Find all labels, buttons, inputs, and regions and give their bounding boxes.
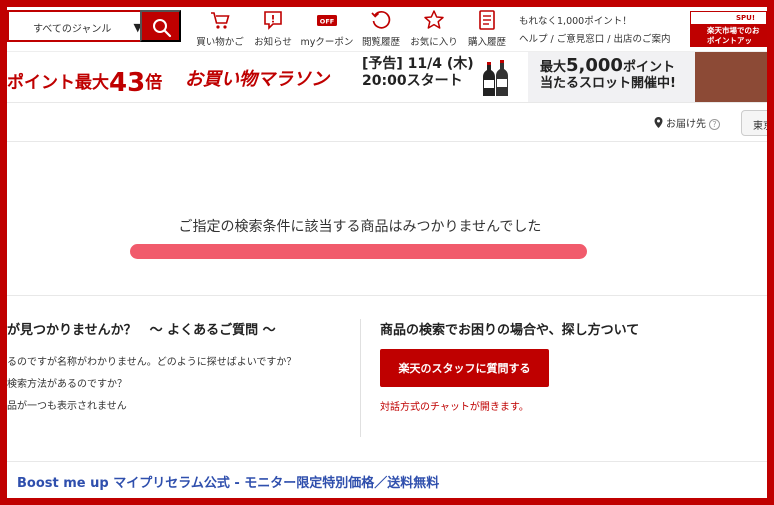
points-prefix: ポイント最大 bbox=[7, 73, 109, 93]
receipt-icon bbox=[464, 9, 510, 31]
deliver-to[interactable]: お届け先? bbox=[654, 115, 720, 130]
spu-banner[interactable]: SPU! 楽天市場でのお ポイントアッ bbox=[690, 11, 767, 47]
deliver-label: お届け先 bbox=[666, 119, 706, 130]
nav-notice[interactable]: お知らせ bbox=[250, 9, 296, 49]
marathon-title: お買い物マラソン bbox=[185, 69, 329, 90]
coupon-icon: OFF bbox=[299, 9, 355, 31]
notice-icon bbox=[250, 9, 296, 31]
no-results-message: ご指定の検索条件に該当する商品はみつかりませんでした bbox=[178, 219, 542, 235]
nav-purchase-history[interactable]: 購入履歴 bbox=[464, 9, 510, 49]
nav-coupon[interactable]: OFF myクーポン bbox=[299, 9, 355, 49]
nav-notice-label: お知らせ bbox=[254, 37, 292, 48]
notice-line2: 20:00スタート bbox=[362, 73, 463, 89]
start-notice: [予告] 11/4 (木) 20:00スタート bbox=[362, 56, 474, 90]
site-header: すべてのジャンル ▼ 買い物かご お知らせ OFF myクーポン 閲覧履歴 お気… bbox=[7, 7, 767, 51]
notice-line1: [予告] 11/4 (木) bbox=[362, 56, 474, 72]
spu-line2: ポイントアッ bbox=[707, 36, 752, 45]
faq-link[interactable]: 品が一つも表示されません bbox=[7, 397, 127, 412]
cart-icon bbox=[195, 9, 245, 31]
search-help-title: 商品の検索でお困りの場合や、探し方ついて bbox=[380, 323, 640, 338]
no-results-section: ご指定の検索条件に該当する商品はみつかりませんでした bbox=[7, 143, 767, 296]
nav-cart-label: 買い物かご bbox=[196, 37, 244, 48]
sponsored-link[interactable]: Boost me up マイプリセラム公式 - モニター限定特別価格／送料無料 bbox=[17, 472, 439, 491]
search-icon bbox=[153, 19, 172, 38]
bottles-image bbox=[481, 58, 511, 102]
ask-staff-button[interactable]: 楽天のスタッフに質問する bbox=[380, 349, 549, 387]
slot-promo: 最大5,000ポイント 当たるスロット開催中! bbox=[528, 52, 695, 102]
campaign-banner[interactable]: ポイント最大43倍 お買い物マラソン [予告] 11/4 (木) 20:00スタ… bbox=[7, 51, 767, 102]
spu-line1: 楽天市場でのお bbox=[707, 26, 760, 35]
location-pin-icon bbox=[654, 117, 663, 128]
genre-select-label: すべてのジャンル bbox=[33, 24, 112, 35]
points-suffix: 倍 bbox=[145, 73, 163, 93]
nav-purchase-history-label: 購入履歴 bbox=[467, 37, 506, 48]
prefecture-select[interactable]: 東京 bbox=[741, 110, 767, 136]
header-promo-text[interactable]: もれなく1,000ポイント！ bbox=[519, 13, 632, 27]
banner-side-image bbox=[695, 52, 767, 102]
nav-cart[interactable]: 買い物かご bbox=[195, 9, 245, 49]
section-divider bbox=[360, 319, 361, 437]
star-icon bbox=[407, 9, 461, 31]
points-number: 43 bbox=[109, 68, 146, 98]
genre-select[interactable]: すべてのジャンル ▼ bbox=[7, 10, 142, 42]
slot-number: 5,000 bbox=[566, 55, 623, 76]
help-question-icon[interactable]: ? bbox=[709, 119, 720, 130]
history-icon bbox=[359, 9, 403, 31]
spu-tag: SPU! bbox=[736, 14, 756, 22]
faq-title: が見つかりませんか？ 〜 よくあるご質問 〜 bbox=[7, 323, 276, 338]
help-section: が見つかりませんか？ 〜 よくあるご質問 〜 るのですが名称がわかりません。どの… bbox=[7, 297, 767, 462]
page-frame: すべてのジャンル ▼ 買い物かご お知らせ OFF myクーポン 閲覧履歴 お気… bbox=[7, 7, 767, 498]
chat-note: 対話方式のチャットが開きます。 bbox=[380, 402, 529, 413]
slot-suffix: ポイント bbox=[622, 60, 675, 75]
points-headline: ポイント最大43倍 bbox=[7, 65, 163, 98]
faq-link[interactable]: るのですが名称がわかりません。どのように探せばよいですか？ bbox=[7, 353, 296, 368]
slot-line2: 当たるスロット開催中! bbox=[540, 76, 676, 91]
nav-history-label: 閲覧履歴 bbox=[361, 37, 400, 48]
svg-text:OFF: OFF bbox=[320, 18, 334, 26]
nav-history[interactable]: 閲覧履歴 bbox=[359, 9, 403, 49]
nav-favorites[interactable]: お気に入り bbox=[407, 9, 461, 49]
search-button[interactable] bbox=[140, 10, 181, 42]
location-bar: お届け先? 東京 bbox=[7, 102, 767, 142]
spu-band: 楽天市場でのお ポイントアッ bbox=[691, 24, 766, 46]
nav-favorites-label: お気に入り bbox=[410, 37, 458, 48]
highlight-bar bbox=[130, 244, 587, 259]
slot-prefix: 最大 bbox=[540, 60, 567, 75]
faq-link[interactable]: 検索方法があるのですか？ bbox=[7, 375, 127, 390]
header-help-links[interactable]: ヘルプ / ご意見窓口 / 出店のご案内 bbox=[519, 31, 670, 45]
nav-coupon-label: myクーポン bbox=[300, 37, 354, 48]
